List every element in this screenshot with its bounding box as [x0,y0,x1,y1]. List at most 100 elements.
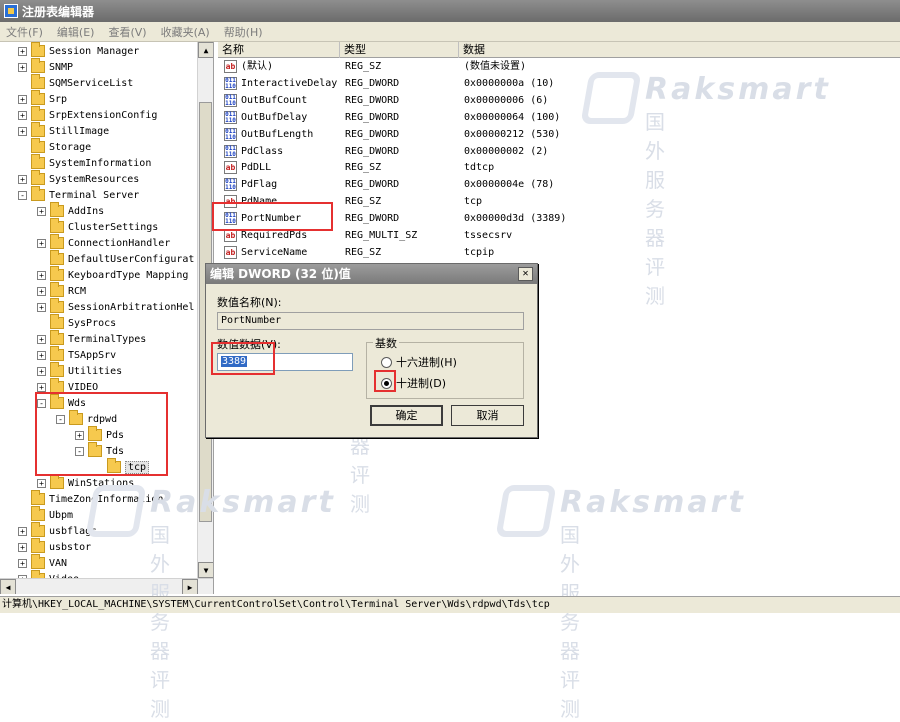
tree-item[interactable]: + TerminalTypes [37,330,146,347]
value-row[interactable]: ab (默认) REG_SZ (数值未设置) [218,58,900,75]
expand-icon[interactable]: + [37,478,46,488]
menu-view[interactable]: 查看(V) [102,24,154,40]
radio-hex[interactable]: 十六进制(H) [381,354,457,370]
tree-item-label[interactable]: SNMP [49,62,73,73]
tree-item-label[interactable]: TerminalTypes [68,334,146,345]
tree-item-label[interactable]: KeyboardType Mapping [68,270,188,281]
menu-favorites[interactable]: 收藏夹(A) [155,24,218,40]
expand-icon[interactable]: + [18,526,27,536]
tree-horizontal-scrollbar[interactable]: ◀ ▶ [0,578,213,594]
tree-item[interactable]: + Utilities [37,362,122,379]
tree-item[interactable]: DefaultUserConfigurat [37,250,194,267]
value-row[interactable]: 011 110 OutBufDelay REG_DWORD 0x00000064 (1… [218,109,900,126]
expand-icon[interactable]: + [37,238,46,248]
value-row[interactable]: 011 110 InteractiveDelay REG_DWORD 0x000000… [218,75,900,92]
value-row[interactable]: 011 110 OutBufCount REG_DWORD 0x00000006 (6… [218,92,900,109]
column-header-name[interactable]: 名称 [218,42,340,58]
menu-edit[interactable]: 编辑(E) [51,24,103,40]
tree-item[interactable]: + usbflags [18,522,97,539]
cancel-button[interactable]: 取消 [451,405,524,426]
tree-item-label[interactable]: StillImage [49,126,109,137]
expand-icon[interactable]: + [18,46,27,56]
tree-item-label[interactable]: Srp [49,94,67,105]
tree-item-label[interactable]: usbflags [49,526,97,537]
expand-icon[interactable]: + [18,62,27,72]
column-header-type[interactable]: 类型 [340,42,459,58]
value-row[interactable]: ab ServiceName REG_SZ tcpip [218,244,900,261]
tree-item-label[interactable]: SessionArbitrationHel [68,302,194,313]
tree-item-label[interactable]: SystemInformation [49,158,151,169]
tree-item-label[interactable]: TimeZoneInformation [49,494,163,505]
expand-icon[interactable]: + [18,542,27,552]
tree-item-label[interactable]: Ubpm [49,510,73,521]
expand-icon[interactable]: + [37,270,46,280]
tree-item-label[interactable]: SystemResources [49,174,139,185]
tree-item[interactable]: + ConnectionHandler [37,234,170,251]
scroll-right-icon[interactable]: ▶ [182,579,198,594]
tree-item[interactable]: + TSAppSrv [37,346,116,363]
scroll-left-icon[interactable]: ◀ [0,579,16,594]
tree-item[interactable]: SystemInformation [18,154,151,171]
expand-icon[interactable]: + [18,558,27,568]
tree-item-label[interactable]: VAN [49,558,67,569]
tree-item[interactable]: TimeZoneInformation [18,490,163,507]
tree-item-label[interactable]: WinStations [68,478,134,489]
tree-item[interactable]: ClusterSettings [37,218,158,235]
tree-item[interactable]: + Session Manager [18,42,139,59]
tree-item[interactable]: + AddIns [37,202,104,219]
expand-icon[interactable]: + [18,174,27,184]
tree-item-label[interactable]: ConnectionHandler [68,238,170,249]
tree-item-label[interactable]: ClusterSettings [68,222,158,233]
tree-item-label[interactable]: SQMServiceList [49,78,133,89]
tree-item-label[interactable]: RCM [68,286,86,297]
value-row[interactable]: 011 110 OutBufLength REG_DWORD 0x00000212 (… [218,126,900,143]
ok-button[interactable]: 确定 [370,405,443,426]
expand-icon[interactable]: + [18,110,27,120]
menu-file[interactable]: 文件(F) [0,24,51,40]
tree-item-label[interactable]: TSAppSrv [68,350,116,361]
tree-item[interactable]: + SrpExtensionConfig [18,106,157,123]
tree-item[interactable]: + usbstor [18,538,91,555]
expand-icon[interactable]: + [37,366,46,376]
value-row[interactable]: ab PdDLL REG_SZ tdtcp [218,159,900,176]
expand-icon[interactable]: + [37,302,46,312]
tree-item-label[interactable]: Session Manager [49,46,139,57]
expand-icon[interactable]: + [37,350,46,360]
tree-item[interactable]: Ubpm [18,506,73,523]
tree-item[interactable]: - Terminal Server [18,186,139,203]
tree-item-label[interactable]: VIDEO [68,382,98,393]
collapse-icon[interactable]: - [18,190,27,200]
expand-icon[interactable]: + [37,286,46,296]
value-row[interactable]: 011 110 PdClass REG_DWORD 0x00000002 (2) [218,143,900,160]
tree-item[interactable]: + KeyboardType Mapping [37,266,188,283]
menu-help[interactable]: 帮助(H) [218,24,271,40]
registry-tree[interactable]: + Session Manager + SNMP SQMServiceList + Srp +… [0,42,214,594]
tree-item-label[interactable]: Terminal Server [49,190,139,201]
tree-item[interactable]: + RCM [37,282,86,299]
tree-item-label[interactable]: AddIns [68,206,104,217]
value-row[interactable]: 011 110 PdFlag REG_DWORD 0x0000004e (78) [218,176,900,193]
expand-icon[interactable]: + [37,206,46,216]
scroll-up-icon[interactable]: ▲ [198,42,213,58]
column-header-data[interactable]: 数据 [459,42,900,58]
tree-item[interactable]: + VAN [18,554,67,571]
tree-item-label[interactable]: SysProcs [68,318,116,329]
tree-item-label[interactable]: SrpExtensionConfig [49,110,157,121]
expand-icon[interactable]: + [37,382,46,392]
tree-item[interactable]: Storage [18,138,91,155]
tree-item[interactable]: + SystemResources [18,170,139,187]
tree-item-label[interactable]: usbstor [49,542,91,553]
radio-hex-circle[interactable] [381,356,392,368]
tree-item-label[interactable]: DefaultUserConfigurat [68,254,194,265]
tree-item[interactable]: + Srp [18,90,67,107]
close-icon[interactable]: ✕ [518,267,533,281]
tree-item-label[interactable]: Storage [49,142,91,153]
tree-item[interactable]: + SessionArbitrationHel [37,298,194,315]
tree-item[interactable]: SysProcs [37,314,116,331]
tree-item-label[interactable]: Utilities [68,366,122,377]
tree-item[interactable]: + SNMP [18,58,73,75]
tree-item[interactable]: + StillImage [18,122,109,139]
tree-item[interactable]: + WinStations [37,474,134,491]
expand-icon[interactable]: + [18,126,27,136]
tree-item[interactable]: SQMServiceList [18,74,133,91]
